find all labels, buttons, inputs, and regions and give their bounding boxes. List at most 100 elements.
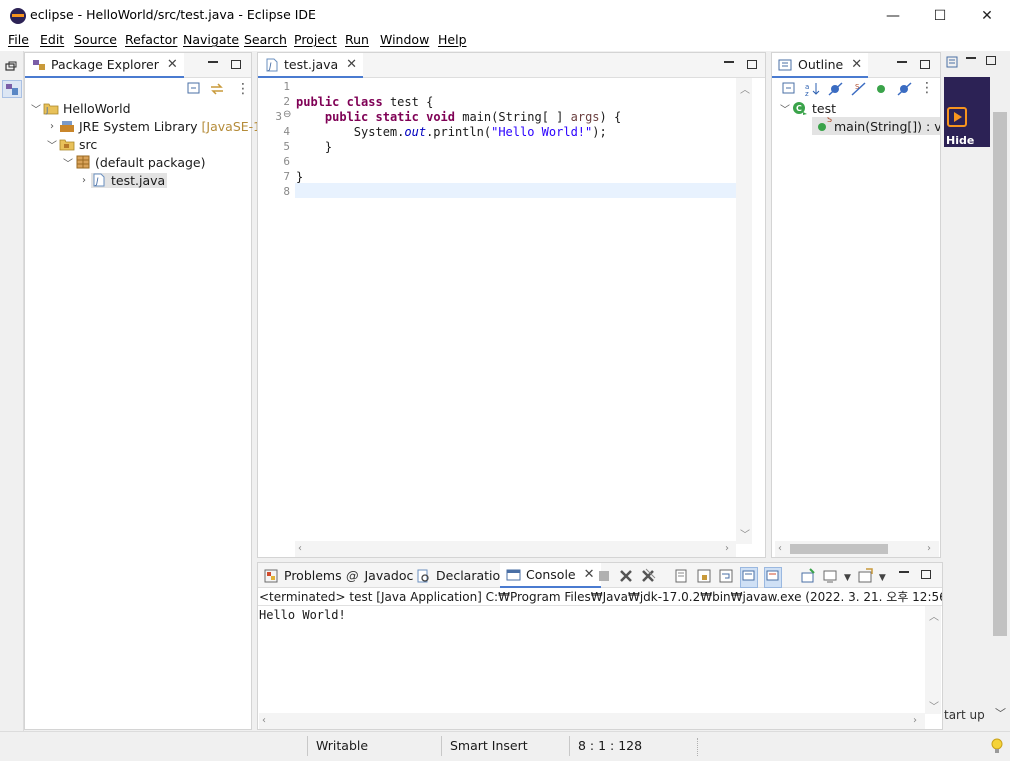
lightbulb-icon[interactable]: [990, 737, 1004, 758]
tab-test-java[interactable]: J test.java ✕: [258, 53, 364, 78]
minimize-trim-button[interactable]: [966, 57, 976, 59]
play-icon[interactable]: [947, 107, 967, 127]
outline-item-class-test[interactable]: ﹀ C test: [778, 99, 836, 117]
minimize-view-button[interactable]: [206, 57, 220, 71]
menu-source[interactable]: Source: [74, 32, 117, 47]
tree-item-default-package[interactable]: ﹀ (default package): [61, 153, 205, 171]
tab-package-explorer[interactable]: Package Explorer ✕: [25, 53, 184, 78]
tab-problems[interactable]: Problems: [258, 563, 348, 588]
remove-launch-icon[interactable]: [618, 568, 634, 587]
maximize-button[interactable]: ☐: [917, 0, 963, 31]
tips-hide-label[interactable]: Hide: [946, 134, 974, 147]
hide-local-types-icon[interactable]: [897, 82, 913, 99]
package-explorer-icon: [31, 58, 47, 72]
tab-console[interactable]: Console ✕: [500, 563, 601, 588]
menu-help[interactable]: Help: [438, 32, 467, 47]
scroll-left-icon[interactable]: ‹: [262, 715, 266, 726]
hide-fields-icon[interactable]: [828, 82, 844, 99]
chevron-down-icon[interactable]: ﹀: [778, 101, 792, 116]
minimize-button[interactable]: —: [870, 0, 916, 31]
scroll-down-icon[interactable]: ﹀: [740, 526, 750, 541]
close-icon[interactable]: ✕: [584, 567, 595, 582]
tree-item-jre-library[interactable]: › JRE System Library [JavaSE-17]: [45, 117, 274, 135]
tab-javadoc[interactable]: @ Javadoc: [340, 563, 419, 588]
tree-item-project[interactable]: ﹀ J HelloWorld: [29, 99, 131, 117]
menu-navigate[interactable]: Navigate: [183, 32, 239, 47]
scroll-right-icon[interactable]: ›: [927, 543, 931, 554]
code-area[interactable]: public class test { public static void m…: [258, 78, 748, 544]
minimize-view-button[interactable]: [895, 57, 909, 71]
menu-search[interactable]: Search: [244, 32, 287, 47]
scroll-lock-icon[interactable]: [696, 568, 712, 587]
open-console-icon[interactable]: [857, 568, 873, 587]
scroll-left-icon[interactable]: ‹: [778, 543, 782, 554]
chevron-right-icon[interactable]: ›: [45, 121, 59, 132]
scroll-thumb[interactable]: [790, 544, 888, 554]
chevron-down-icon[interactable]: ﹀: [61, 155, 75, 170]
scroll-right-icon[interactable]: ›: [725, 543, 729, 554]
remove-all-terminated-icon[interactable]: [640, 568, 656, 587]
terminate-icon[interactable]: [596, 568, 612, 587]
menu-project[interactable]: Project: [294, 32, 337, 47]
chevron-down-icon[interactable]: ▼: [879, 573, 886, 583]
sort-icon[interactable]: az: [805, 82, 821, 99]
menu-run[interactable]: Run: [345, 32, 369, 47]
word-wrap-icon[interactable]: [718, 568, 734, 587]
view-menu-icon[interactable]: ⋮: [236, 81, 250, 97]
scroll-down-icon[interactable]: ﹀: [929, 698, 939, 713]
outline-view: Outline ✕ az S ⋮ ﹀ C test S main(String[…: [771, 52, 941, 558]
tab-declaration[interactable]: Declaration: [410, 563, 514, 588]
scroll-right-icon[interactable]: ›: [913, 715, 917, 726]
menu-file[interactable]: File: [8, 32, 29, 47]
show-console-on-stderr-icon[interactable]: [764, 567, 782, 588]
insert-mode-status[interactable]: Smart Insert: [450, 738, 528, 753]
minimize-view-button[interactable]: [897, 567, 911, 581]
maximize-view-button[interactable]: [918, 57, 932, 71]
maximize-view-button[interactable]: [745, 57, 759, 71]
hide-static-icon[interactable]: S: [851, 82, 867, 99]
scroll-down-icon[interactable]: ﹀: [995, 705, 1006, 721]
divider: [569, 736, 570, 756]
maximize-view-button[interactable]: [229, 57, 243, 71]
tree-item-src[interactable]: ﹀ src: [45, 135, 97, 153]
maximize-trim-button[interactable]: [986, 56, 996, 65]
console-output[interactable]: Hello World!: [259, 608, 346, 622]
close-window-button[interactable]: ✕: [964, 0, 1010, 31]
show-console-on-stdout-icon[interactable]: [740, 567, 758, 588]
console-vertical-scrollbar[interactable]: ︿ ﹀: [925, 606, 941, 714]
chevron-right-icon[interactable]: ›: [77, 175, 91, 186]
restore-icon[interactable]: [945, 54, 959, 70]
scroll-thumb[interactable]: [993, 112, 1007, 636]
outline-horizontal-scrollbar[interactable]: ‹ ›: [775, 541, 939, 557]
pin-console-icon[interactable]: [800, 568, 816, 587]
clear-console-icon[interactable]: [674, 568, 690, 587]
chevron-down-icon[interactable]: ▼: [844, 573, 851, 583]
close-icon[interactable]: ✕: [851, 57, 862, 72]
chevron-down-icon[interactable]: ﹀: [45, 137, 59, 152]
minimize-view-button[interactable]: [722, 57, 736, 71]
display-selected-console-icon[interactable]: [822, 568, 838, 587]
close-icon[interactable]: ✕: [346, 57, 357, 72]
hide-non-public-icon[interactable]: [874, 82, 890, 99]
tab-outline[interactable]: Outline ✕: [772, 53, 869, 78]
collapse-all-icon[interactable]: [782, 82, 798, 99]
collapse-all-icon[interactable]: [187, 82, 203, 99]
restore-icon[interactable]: [3, 61, 19, 73]
maximize-view-button[interactable]: [919, 567, 933, 581]
link-with-editor-icon[interactable]: [209, 82, 225, 99]
scroll-up-icon[interactable]: ︿: [929, 608, 939, 623]
menu-refactor[interactable]: Refactor: [125, 32, 177, 47]
menu-edit[interactable]: Edit: [40, 32, 64, 47]
menu-window[interactable]: Window: [380, 32, 429, 47]
outline-item-method-main[interactable]: S main(String[]) : vo: [812, 117, 940, 135]
chevron-down-icon[interactable]: ﹀: [29, 101, 43, 116]
package-explorer-trim-icon[interactable]: [2, 80, 22, 98]
editor-horizontal-scrollbar[interactable]: ‹ ›: [295, 541, 736, 557]
view-menu-icon[interactable]: ⋮: [920, 81, 934, 99]
close-icon[interactable]: ✕: [167, 57, 178, 72]
tree-item-test-java[interactable]: › J test.java: [77, 171, 168, 189]
scroll-up-icon[interactable]: ︿: [740, 81, 750, 96]
editor-vertical-scrollbar[interactable]: ︿ ﹀: [736, 78, 752, 544]
scroll-left-icon[interactable]: ‹: [298, 543, 302, 554]
console-horizontal-scrollbar[interactable]: ‹ ›: [259, 713, 925, 729]
